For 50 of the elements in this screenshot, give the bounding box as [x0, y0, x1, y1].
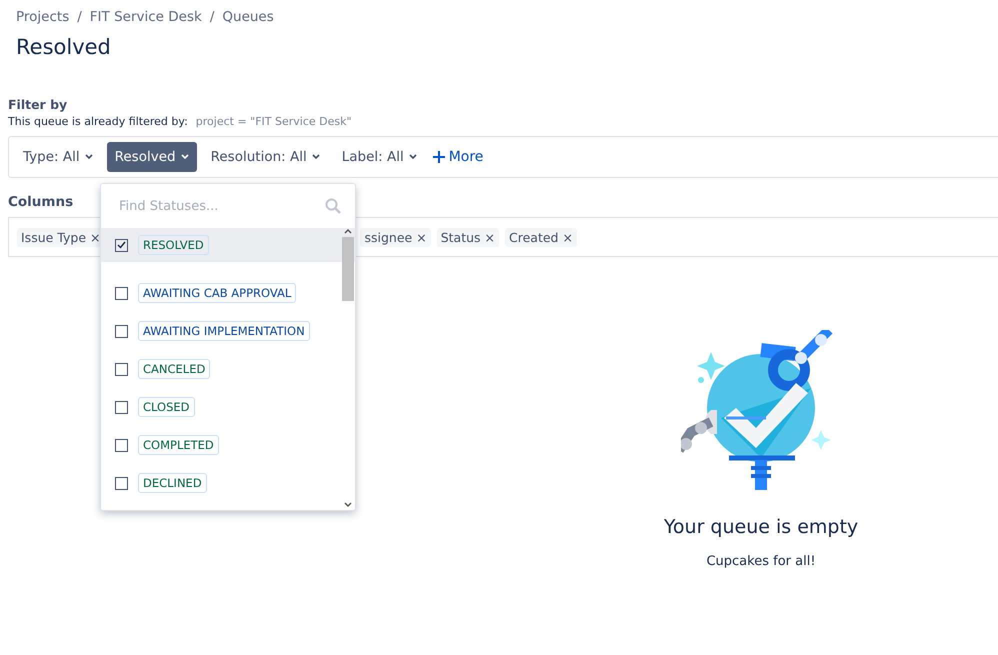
status-option[interactable]: DECLINED: [101, 464, 355, 502]
breadcrumb-link[interactable]: Queues: [222, 9, 274, 25]
breadcrumb-link[interactable]: FIT Service Desk: [90, 9, 202, 25]
column-chip[interactable]: ssignee ×: [360, 228, 431, 246]
status-lozenge: CANCELED: [138, 359, 210, 379]
scroll-down-icon[interactable]: [344, 502, 352, 508]
filter-heading: Filter by: [8, 97, 68, 112]
checkbox[interactable]: [115, 400, 128, 414]
filter-query: project = "FIT Service Desk": [196, 115, 352, 128]
filter-note: This queue is already filtered by:: [8, 115, 188, 128]
plus-icon: [432, 151, 445, 163]
more-link[interactable]: More: [432, 149, 484, 165]
status-option[interactable]: RESOLVED: [101, 228, 355, 262]
chevron-down-icon: [84, 154, 93, 160]
filter-dropdown-button[interactable]: Resolution: All: [202, 142, 328, 172]
scrollbar-thumb[interactable]: [342, 237, 354, 301]
checkbox[interactable]: [115, 362, 128, 376]
scroll-up-icon[interactable]: [344, 228, 352, 234]
status-lozenge: AWAITING CAB APPROVAL: [138, 283, 296, 303]
column-chip[interactable]: Status ×: [436, 228, 500, 246]
status-option[interactable]: COMPLETED: [101, 426, 355, 464]
status-lozenge: COMPLETED: [138, 435, 219, 455]
checkbox[interactable]: [115, 324, 128, 338]
empty-state-title: Your queue is empty: [664, 516, 858, 538]
status-lozenge: AWAITING IMPLEMENTATION: [138, 321, 310, 341]
checkbox[interactable]: [115, 438, 128, 452]
columns-heading: Columns: [8, 194, 74, 210]
checkbox[interactable]: [115, 238, 128, 252]
checkbox[interactable]: [115, 476, 128, 490]
status-lozenge: DECLINED: [138, 473, 207, 493]
breadcrumb-separator: /: [210, 9, 214, 25]
status-option[interactable]: AWAITING IMPLEMENTATION: [101, 312, 355, 350]
breadcrumb-link[interactable]: Projects: [16, 9, 70, 25]
empty-state-message: Cupcakes for all!: [706, 554, 816, 569]
status-option[interactable]: CLOSED: [101, 388, 355, 426]
column-chip[interactable]: Created ×: [505, 228, 577, 246]
status-lozenge: CLOSED: [138, 397, 194, 417]
status-lozenge: RESOLVED: [138, 235, 209, 255]
status-option[interactable]: AWAITING CAB APPROVAL: [101, 274, 355, 312]
chevron-down-icon: [180, 154, 189, 160]
filter-dropdown-button[interactable]: Resolved: [106, 142, 197, 172]
checkbox[interactable]: [115, 286, 128, 300]
breadcrumb-separator: /: [77, 9, 82, 25]
filter-dropdown-button[interactable]: Type: All: [15, 142, 101, 172]
status-option[interactable]: CANCELED: [101, 350, 355, 388]
chevron-down-icon: [408, 154, 417, 160]
chevron-down-icon: [312, 154, 320, 160]
filter-dropdown-button[interactable]: Label: All: [334, 142, 425, 172]
page-title: Resolved: [16, 35, 112, 59]
search-icon: [325, 198, 341, 214]
